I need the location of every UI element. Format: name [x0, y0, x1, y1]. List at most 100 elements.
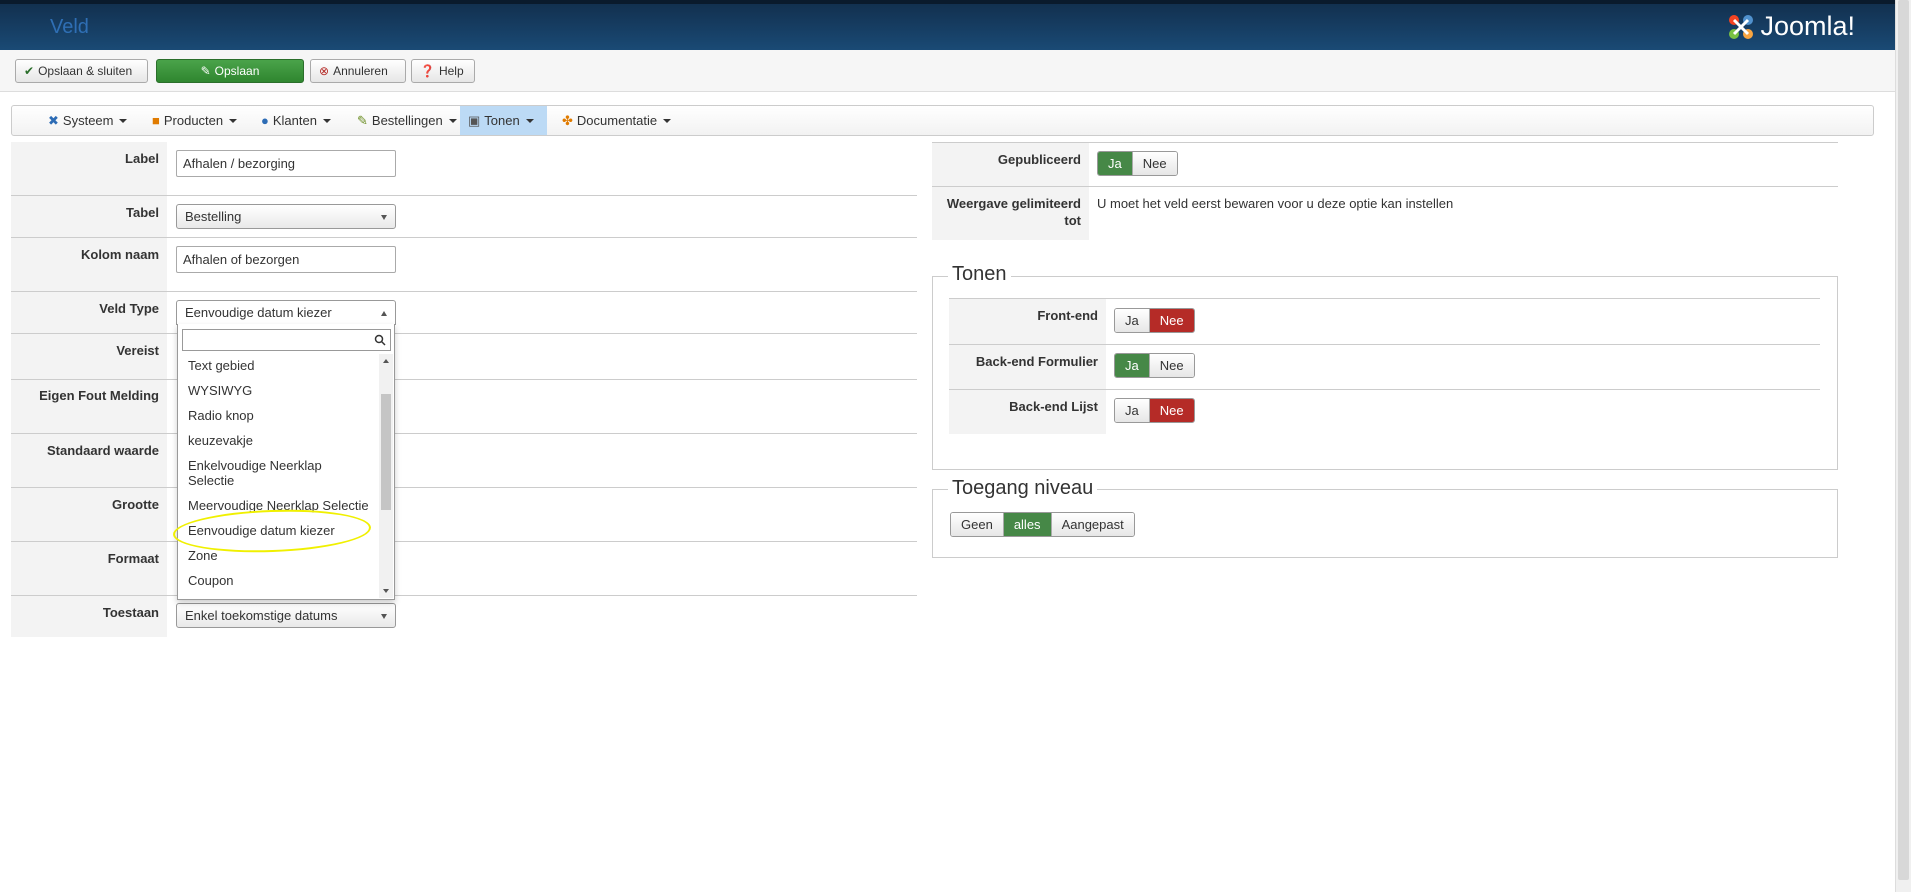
display-icon: ▣ [468, 112, 481, 128]
cancel-label: Annuleren [333, 64, 388, 78]
nav-producten[interactable]: ■ Producten [144, 106, 245, 135]
backend-list-label: Back-end Lijst [949, 390, 1106, 434]
nav-klanten[interactable]: ● Klanten [253, 106, 339, 135]
tabel-field-label: Tabel [11, 196, 167, 237]
gepubliceerd-ja[interactable]: Ja [1098, 152, 1133, 175]
dropdown-option[interactable]: Zone [188, 548, 218, 563]
frontend-ja[interactable]: Ja [1115, 309, 1150, 332]
top-header: Veld Joomla! [0, 0, 1895, 50]
box-icon: ■ [152, 113, 160, 128]
chevron-down-icon [525, 118, 534, 123]
dropdown-scrollbar-thumb[interactable] [381, 394, 391, 510]
veldtype-field-label: Veld Type [11, 292, 167, 333]
weergave-label: Weergave gelimiteerd tot [932, 187, 1089, 240]
page-title: Veld [50, 16, 89, 38]
toestaan-select-value: Enkel toekomstige datums [185, 608, 338, 623]
users-icon: ● [261, 113, 269, 128]
gepubliceerd-toggle[interactable]: Ja Nee [1097, 151, 1178, 176]
cancel-button[interactable]: ⊗ Annuleren [310, 59, 406, 83]
component-menu: ✖ Systeem ■ Producten ● Klanten ✎ Bestel… [11, 105, 1874, 136]
chevron-down-icon [663, 118, 672, 123]
grootte-field-label: Grootte [11, 488, 167, 541]
save-button[interactable]: ✎ Opslaan [156, 59, 304, 83]
toegang-toggle[interactable]: Geen alles Aangepast [950, 512, 1135, 537]
nav-producten-label: Producten [163, 113, 224, 128]
toolbar: ✔ Opslaan & sluiten ✎ Opslaan ⊗ Annulere… [0, 50, 1895, 92]
standaard-field-label: Standaard waarde [11, 434, 167, 487]
backend-list-nee[interactable]: Nee [1149, 399, 1194, 422]
nav-klanten-label: Klanten [272, 113, 317, 128]
nav-documentatie[interactable]: ✤ Documentatie [554, 106, 679, 135]
save-close-label: Opslaan & sluiten [38, 64, 133, 78]
veldtype-select-value: Eenvoudige datum kiezer [185, 305, 332, 320]
wrench-icon: ✖ [48, 112, 59, 128]
tonen-legend: Tonen [948, 263, 1011, 286]
label-input[interactable]: Afhalen / bezorging [176, 150, 396, 177]
help-button[interactable]: ❓ Help [411, 59, 475, 83]
nav-systeem[interactable]: ✖ Systeem [40, 106, 135, 135]
nav-tonen-label: Tonen [484, 113, 520, 128]
chevron-down-icon [448, 118, 457, 123]
dropdown-scrollbar[interactable] [379, 354, 393, 598]
chevron-down-icon [119, 118, 128, 123]
docs-icon: ✤ [562, 112, 573, 128]
nav-bestellingen-label: Bestellingen [371, 113, 443, 128]
fout-field-label: Eigen Fout Melding [11, 380, 167, 433]
dropdown-option[interactable]: WYSIWYG [188, 383, 252, 398]
label-field-label: Label [11, 142, 167, 195]
scroll-up-icon[interactable] [383, 359, 389, 363]
scroll-down-icon[interactable] [383, 589, 389, 593]
backend-form-label: Back-end Formulier [949, 345, 1106, 389]
chevron-down-icon [381, 614, 387, 619]
veldtype-select[interactable]: Eenvoudige datum kiezer [176, 300, 396, 325]
brand-name: Joomla! [1760, 11, 1855, 41]
kolom-input[interactable]: Afhalen of bezorgen [176, 246, 396, 273]
help-label: Help [438, 64, 464, 78]
weergave-text: U moet het veld eerst bewaren voor u dez… [1097, 196, 1454, 211]
backend-form-toggle[interactable]: Ja Nee [1114, 353, 1195, 378]
backend-form-nee[interactable]: Nee [1149, 354, 1194, 377]
toegang-legend: Toegang niveau [948, 477, 1098, 500]
joomla-logo-icon [1729, 14, 1754, 39]
gepubliceerd-nee[interactable]: Nee [1132, 152, 1177, 175]
nav-tonen[interactable]: ▣ Tonen [460, 106, 547, 135]
backend-list-toggle[interactable]: Ja Nee [1114, 398, 1195, 423]
gepubliceerd-label: Gepubliceerd [932, 143, 1089, 186]
toestaan-field-label: Toestaan [11, 596, 167, 637]
vereist-field-label: Vereist [11, 334, 167, 379]
frontend-nee[interactable]: Nee [1149, 309, 1194, 332]
dropdown-option[interactable]: Radio knop [188, 408, 254, 423]
backend-list-ja[interactable]: Ja [1115, 399, 1150, 422]
chevron-down-icon [229, 118, 238, 123]
toegang-alles[interactable]: alles [1003, 513, 1052, 536]
chevron-up-icon [381, 311, 387, 316]
backend-form-ja[interactable]: Ja [1115, 354, 1150, 377]
check-icon: ✔ [24, 64, 35, 78]
dropdown-option[interactable]: Coupon [188, 573, 234, 588]
nav-bestellingen[interactable]: ✎ Bestellingen [349, 106, 465, 135]
toestaan-select[interactable]: Enkel toekomstige datums [176, 603, 396, 628]
save-close-button[interactable]: ✔ Opslaan & sluiten [15, 59, 148, 83]
frontend-label: Front-end [949, 299, 1106, 344]
frontend-toggle[interactable]: Ja Nee [1114, 308, 1195, 333]
dropdown-option[interactable]: keuzevakje [188, 433, 253, 448]
dropdown-search-input[interactable] [182, 329, 391, 351]
edit-icon: ✎ [200, 64, 211, 78]
page-scrollbar[interactable] [1895, 0, 1911, 892]
toegang-geen[interactable]: Geen [951, 513, 1004, 536]
tabel-select[interactable]: Bestelling [176, 204, 396, 229]
save-label: Opslaan [214, 64, 260, 78]
search-icon [374, 334, 386, 346]
nav-systeem-label: Systeem [62, 113, 114, 128]
chevron-down-icon [381, 215, 387, 220]
toegang-aangepast[interactable]: Aangepast [1051, 513, 1134, 536]
formaat-field-label: Formaat [11, 542, 167, 595]
scrollbar-thumb[interactable] [1898, 0, 1909, 880]
cancel-icon: ⊗ [319, 64, 330, 78]
nav-documentatie-label: Documentatie [576, 113, 658, 128]
kolom-field-label: Kolom naam [11, 238, 167, 291]
dropdown-option[interactable]: Text gebied [188, 358, 255, 373]
question-icon: ❓ [420, 64, 435, 78]
veldtype-dropdown: Text gebied WYSIWYG Radio knop keuzevakj… [177, 324, 395, 600]
dropdown-option[interactable]: Enkelvoudige Neerklap Selectie [188, 458, 338, 488]
